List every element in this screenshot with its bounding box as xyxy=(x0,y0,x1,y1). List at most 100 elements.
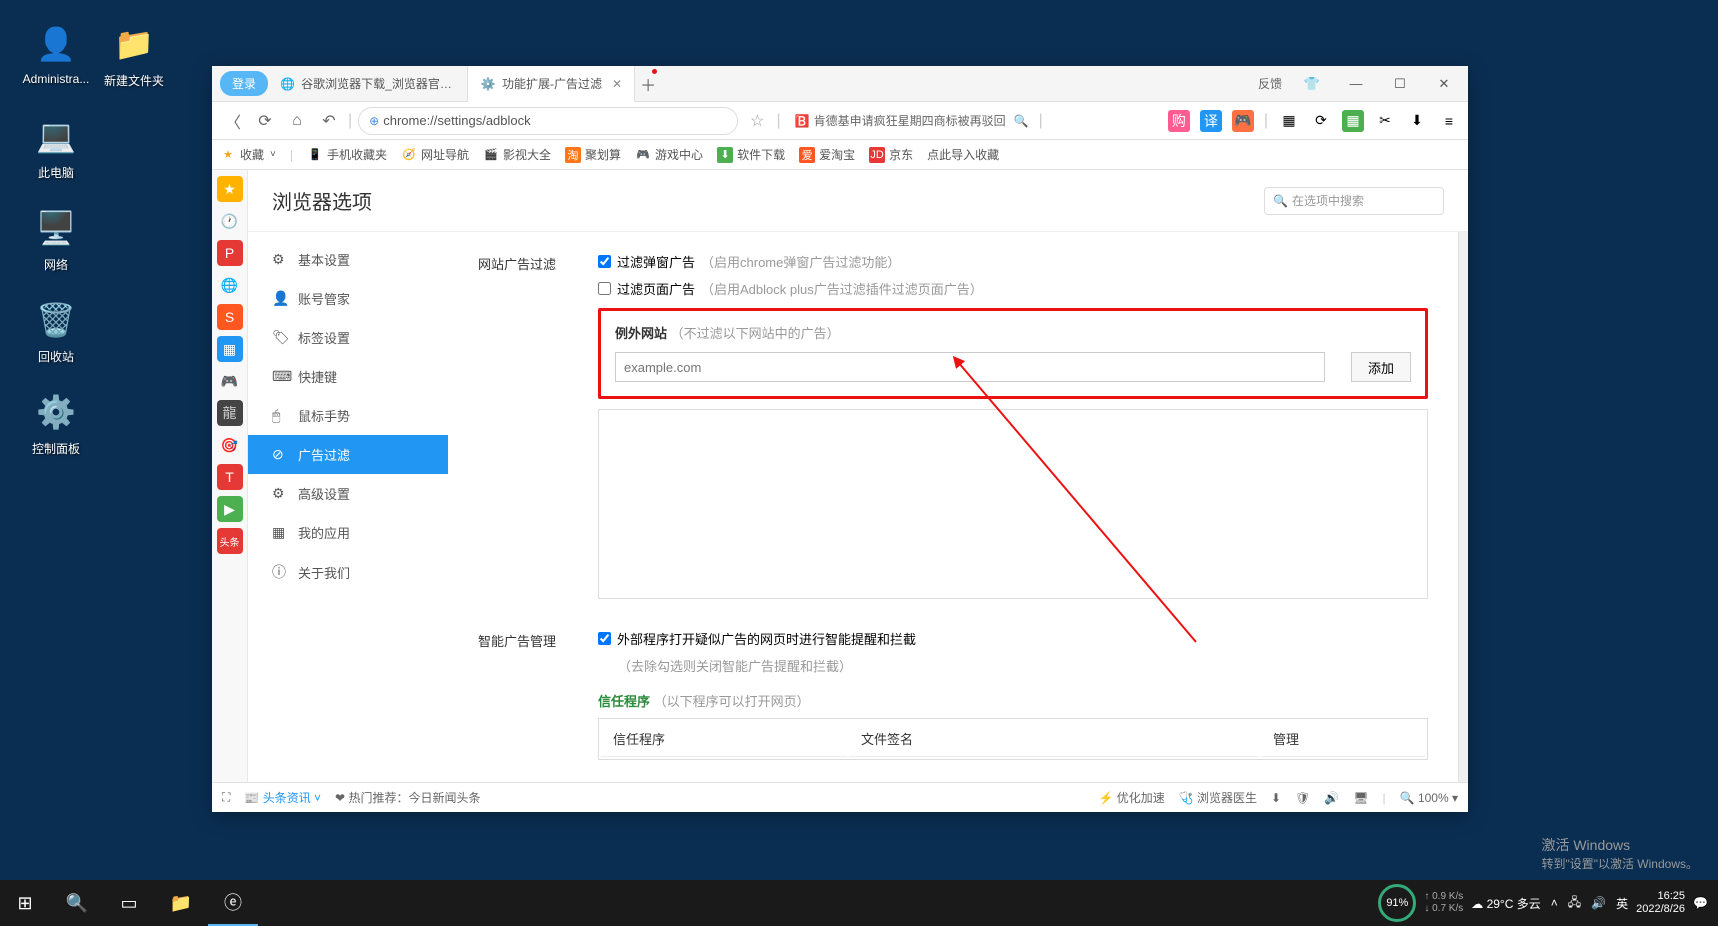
nav-advanced[interactable]: ⚙高级设置 xyxy=(248,474,448,513)
bookmark-jd[interactable]: JD京东 xyxy=(869,146,913,163)
notification-icon[interactable]: 💬 xyxy=(1693,896,1708,910)
desktop-icon-pc[interactable]: 💻此电脑 xyxy=(18,112,94,181)
reload-button[interactable]: ⟳ xyxy=(252,108,278,134)
back-button[interactable]: 〈 xyxy=(220,108,246,134)
side-star-icon[interactable]: ★ xyxy=(217,176,243,202)
desktop-icon-folder[interactable]: 📁新建文件夹 xyxy=(96,20,172,89)
tab-adblock-settings[interactable]: ⚙️ 功能扩展-广告过滤 ✕ xyxy=(468,66,635,102)
bookmark-import[interactable]: 点此导入收藏 xyxy=(927,146,999,163)
optimize-link[interactable]: ⚡ 优化加速 xyxy=(1098,789,1164,806)
side-game1-icon[interactable]: 🎮 xyxy=(217,368,243,394)
scissors-icon[interactable]: ✂ xyxy=(1374,110,1396,132)
nav-shortcuts[interactable]: ⌨快捷键 xyxy=(248,357,448,396)
feedback-link[interactable]: 反馈 xyxy=(1258,75,1282,92)
tray-chevron-icon[interactable]: ˄ xyxy=(1551,896,1558,910)
checkbox-input[interactable] xyxy=(598,282,611,295)
explorer-button[interactable]: 📁 xyxy=(156,880,206,926)
tray-network-icon[interactable]: 🖧 xyxy=(1568,893,1581,914)
clock[interactable]: 16:25 2022/8/26 xyxy=(1636,890,1685,916)
home-button[interactable]: ⌂ xyxy=(284,108,310,134)
tray-ime[interactable]: 英 xyxy=(1616,895,1628,912)
start-button[interactable]: ⊞ xyxy=(0,880,50,926)
sliders-icon: ⚙ xyxy=(272,485,288,502)
bookmark-deals[interactable]: 淘聚划算 xyxy=(565,146,621,163)
bookmark-taobao[interactable]: 爱爱淘宝 xyxy=(799,146,855,163)
hot-link[interactable]: ❤ 热门推荐：今日新闻头条 xyxy=(335,789,480,806)
download-icon[interactable]: ⬇ xyxy=(1406,110,1428,132)
grid-icon[interactable]: ▦ xyxy=(1278,110,1300,132)
exception-site-list[interactable] xyxy=(598,409,1428,599)
status-download-icon[interactable]: ⬇ xyxy=(1271,791,1281,805)
tray-volume-icon[interactable]: 🔊 xyxy=(1591,896,1606,910)
side-app1-icon[interactable]: ▦ xyxy=(217,336,243,362)
side-game2-icon[interactable]: 🎯 xyxy=(217,432,243,458)
taskview-button[interactable]: ▭ xyxy=(104,880,154,926)
bookmark-mobile[interactable]: 📱手机收藏夹 xyxy=(307,146,387,163)
nav-basic[interactable]: ⚙基本设置 xyxy=(248,240,448,279)
close-button[interactable]: ✕ xyxy=(1424,69,1464,99)
close-tab-icon[interactable]: ✕ xyxy=(612,77,622,91)
checkbox-input[interactable] xyxy=(598,632,611,645)
translate-icon[interactable]: 译 xyxy=(1200,110,1222,132)
doctor-link[interactable]: 🩺 浏览器医生 xyxy=(1179,789,1257,806)
desktop-icon-admin[interactable]: 👤Administra... xyxy=(18,20,94,86)
side-sogou-icon[interactable]: S xyxy=(217,304,243,330)
scrollbar[interactable] xyxy=(1458,232,1468,782)
shop-icon[interactable]: 购 xyxy=(1168,110,1190,132)
skin-icon[interactable]: 👕 xyxy=(1292,69,1332,99)
nav-gestures[interactable]: 🖱鼠标手势 xyxy=(248,396,448,435)
nav-account[interactable]: 👤账号管家 xyxy=(248,279,448,318)
bookmark-software[interactable]: ⬇软件下载 xyxy=(717,146,785,163)
news-link[interactable]: 📰 头条资讯 ˅ xyxy=(244,789,321,806)
zoom-label[interactable]: 🔍 100% ▾ xyxy=(1400,791,1458,805)
side-pdf-icon[interactable]: P xyxy=(217,240,243,266)
folder-icon: 📁 xyxy=(110,20,158,68)
url-field[interactable]: ⊕ chrome://settings/adblock xyxy=(358,107,738,135)
side-dragon-icon[interactable]: 龍 xyxy=(217,400,243,426)
app-icon[interactable]: ▦ xyxy=(1342,110,1364,132)
tab-google-chrome[interactable]: 🌐 谷歌浏览器下载_浏览器官网入 xyxy=(268,66,468,102)
new-tab-button[interactable]: ＋ xyxy=(635,71,661,97)
minimize-button[interactable]: — xyxy=(1336,69,1376,99)
side-chrome-icon[interactable]: 🌐 xyxy=(217,272,243,298)
login-button[interactable]: 登录 xyxy=(220,71,268,96)
status-mute-icon[interactable]: 🛡 xyxy=(1295,791,1310,805)
game-icon[interactable]: 🎮 xyxy=(1232,110,1254,132)
status-sound-icon[interactable]: 🔊 xyxy=(1324,791,1339,805)
side-clock-icon[interactable]: 🕐 xyxy=(217,208,243,234)
undo-button[interactable]: ↶ xyxy=(316,108,342,134)
checkbox-input[interactable] xyxy=(598,255,611,268)
nav-apps[interactable]: ▦我的应用 xyxy=(248,513,448,552)
favorites-button[interactable]: ★收藏˅ xyxy=(220,146,276,163)
nav-about[interactable]: ⓘ关于我们 xyxy=(248,552,448,592)
search-box[interactable]: 🅱️ 肯德基申请疯狂星期四商标被再驳回 🔍 xyxy=(795,112,1029,129)
bookmark-games[interactable]: 🎮游戏中心 xyxy=(635,146,703,163)
desktop-icon-control[interactable]: ⚙️控制面板 xyxy=(18,388,94,457)
add-exception-button[interactable]: 添加 xyxy=(1351,352,1411,382)
search-icon[interactable]: 🔍 xyxy=(1014,114,1029,128)
bookmark-video[interactable]: 🎬影视大全 xyxy=(483,146,551,163)
refresh-icon[interactable]: ⟳ xyxy=(1310,110,1332,132)
desktop-icon-recycle[interactable]: 🗑️回收站 xyxy=(18,296,94,365)
menu-icon[interactable]: ≡ xyxy=(1438,110,1460,132)
bookmark-nav[interactable]: 🧭网址导航 xyxy=(401,146,469,163)
maximize-button[interactable]: ☐ xyxy=(1380,69,1420,99)
status-screen-icon[interactable]: 🖥 xyxy=(1353,791,1368,805)
checkbox-popup-filter[interactable]: 过滤弹窗广告 （启用chrome弹窗广告过滤功能） xyxy=(598,252,1428,271)
fullscreen-icon[interactable]: ⛶ xyxy=(222,790,230,805)
bookmark-star-icon[interactable]: ☆ xyxy=(750,111,764,131)
settings-search-input[interactable]: 🔍在选项中搜索 xyxy=(1264,187,1444,215)
side-iqiyi-icon[interactable]: ▶ xyxy=(217,496,243,522)
side-t-icon[interactable]: T xyxy=(217,464,243,490)
browser-taskbar-button[interactable]: ⓔ xyxy=(208,880,258,926)
nav-tabs[interactable]: 🏷标签设置 xyxy=(248,318,448,357)
exception-url-input[interactable] xyxy=(615,352,1325,382)
cpu-meter[interactable]: 91% xyxy=(1378,884,1416,922)
search-button[interactable]: 🔍 xyxy=(52,880,102,926)
desktop-icon-network[interactable]: 🖥️网络 xyxy=(18,204,94,273)
nav-adblock[interactable]: ⊘广告过滤 xyxy=(248,435,448,474)
weather-tray[interactable]: ☁ 29°C 多云 xyxy=(1471,895,1541,912)
checkbox-page-filter[interactable]: 过滤页面广告 （启用Adblock plus广告过滤插件过滤页面广告） xyxy=(598,279,1428,298)
checkbox-smart-block[interactable]: 外部程序打开疑似广告的网页时进行智能提醒和拦截 xyxy=(598,629,1428,648)
side-toutiao-icon[interactable]: 头条 xyxy=(217,528,243,554)
